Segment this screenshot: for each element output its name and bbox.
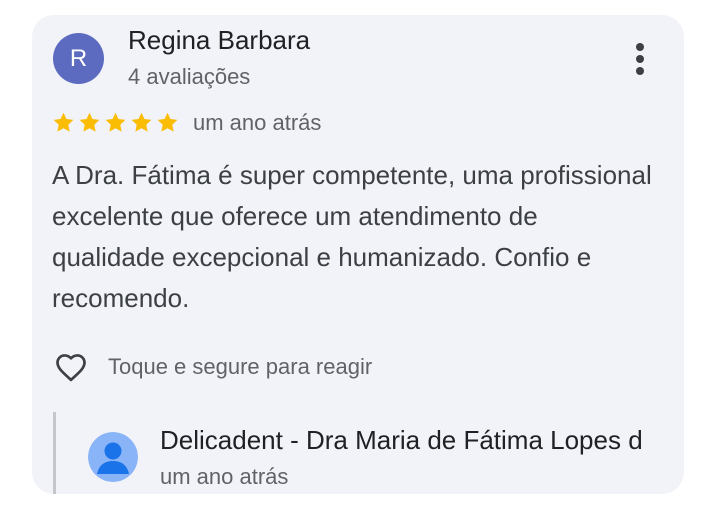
react-row[interactable]: Toque e segure para reagir <box>52 349 372 385</box>
owner-avatar[interactable] <box>88 432 138 482</box>
owner-reply-time: um ano atrás <box>160 464 289 489</box>
heart-outline-icon[interactable] <box>52 349 90 385</box>
star-icon <box>131 112 152 132</box>
review-card: R Regina Barbara 4 avaliações um ano atr… <box>32 15 684 494</box>
more-options-button[interactable] <box>628 39 652 79</box>
star-rating <box>52 109 179 135</box>
owner-name[interactable]: Delicadent - Dra Maria de Fátima Lopes d <box>160 425 643 456</box>
person-avatar-icon <box>88 432 138 482</box>
review-time: um ano atrás <box>193 110 322 135</box>
review-count[interactable]: 4 avaliações <box>128 64 250 90</box>
reviewer-avatar[interactable]: R <box>53 33 104 84</box>
review-text: A Dra. Fátima é super competente, uma pr… <box>52 160 652 313</box>
react-hint: Toque e segure para reagir <box>108 354 373 379</box>
avatar-letter: R <box>69 44 88 72</box>
more-vert-icon <box>636 43 644 75</box>
star-icon <box>157 112 178 132</box>
star-icon <box>105 112 126 132</box>
star-icon <box>79 112 100 132</box>
reply-indent-bar <box>53 412 56 494</box>
star-icon <box>53 112 74 132</box>
reviewer-name[interactable]: Regina Barbara <box>128 25 310 56</box>
